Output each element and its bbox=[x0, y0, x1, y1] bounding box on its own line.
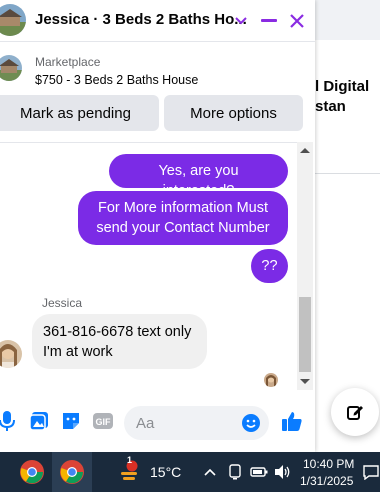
close-icon[interactable] bbox=[284, 8, 310, 34]
chrome-app-icon[interactable] bbox=[12, 452, 52, 492]
gif-icon[interactable]: GIF bbox=[92, 410, 114, 432]
listing-source: Marketplace bbox=[35, 55, 101, 69]
background-page: l Digital stan bbox=[315, 0, 380, 452]
device-icon[interactable] bbox=[225, 452, 245, 492]
thumbs-up-icon[interactable] bbox=[281, 410, 303, 432]
new-message-button[interactable] bbox=[331, 388, 379, 436]
emoji-icon[interactable] bbox=[240, 412, 262, 434]
chat-window: Jessica · 3 Beds 2 Baths Ho... Marketpla… bbox=[0, 0, 315, 452]
messages-scrollbar[interactable] bbox=[297, 142, 313, 390]
weather-badge: 1 bbox=[127, 455, 133, 465]
photo-icon[interactable] bbox=[28, 410, 50, 432]
compose-icon bbox=[347, 406, 363, 420]
clock-time[interactable]: 10:40 PM bbox=[303, 457, 354, 471]
svg-text:GIF: GIF bbox=[96, 417, 112, 427]
outgoing-message[interactable]: ?? bbox=[251, 249, 288, 283]
listing-info[interactable]: Marketplace $750 - 3 Beds 2 Baths House bbox=[0, 50, 315, 90]
minimize-icon[interactable] bbox=[256, 8, 282, 34]
mark-as-pending-button[interactable]: Mark as pending bbox=[0, 95, 159, 131]
microphone-icon[interactable] bbox=[0, 410, 18, 432]
temperature[interactable]: 15°C bbox=[150, 464, 181, 480]
listing-title: $750 - 3 Beds 2 Baths House bbox=[35, 73, 199, 87]
background-text-line2: stan bbox=[315, 98, 346, 115]
outgoing-message[interactable]: Yes, are you interested? bbox=[109, 154, 288, 199]
volume-icon[interactable] bbox=[273, 452, 293, 492]
battery-icon[interactable] bbox=[249, 452, 269, 492]
seen-indicator-avatar bbox=[264, 373, 278, 387]
clock-date[interactable]: 1/31/2025 bbox=[300, 474, 353, 488]
notification-icon[interactable] bbox=[362, 452, 380, 492]
listing-avatar[interactable] bbox=[0, 4, 26, 36]
listing-thumbnail[interactable] bbox=[0, 55, 22, 81]
more-options-button[interactable]: More options bbox=[164, 95, 303, 131]
sender-name: Jessica bbox=[42, 296, 83, 310]
scroll-thumb[interactable] bbox=[299, 297, 311, 372]
outgoing-message[interactable]: For More information Must send your Cont… bbox=[78, 191, 288, 245]
taskbar: 1 15°C 10:40 PM 1/31/2025 bbox=[0, 452, 380, 492]
chevron-down-icon[interactable] bbox=[228, 8, 254, 34]
incoming-message[interactable]: 361-816-6678 text only I'm at work bbox=[32, 314, 207, 369]
chevron-up-icon[interactable] bbox=[200, 452, 220, 492]
sticker-icon[interactable] bbox=[60, 410, 82, 432]
chat-header[interactable]: Jessica · 3 Beds 2 Baths Ho... bbox=[0, 0, 315, 42]
chrome-app-icon-active[interactable] bbox=[52, 452, 92, 492]
chat-title[interactable]: Jessica · 3 Beds 2 Baths Ho... bbox=[35, 11, 247, 28]
scroll-down-arrow[interactable] bbox=[300, 379, 310, 384]
background-divider bbox=[315, 173, 380, 174]
scroll-up-arrow[interactable] bbox=[300, 148, 310, 153]
background-text-line1: l Digital bbox=[315, 78, 370, 95]
background-header bbox=[315, 0, 380, 40]
